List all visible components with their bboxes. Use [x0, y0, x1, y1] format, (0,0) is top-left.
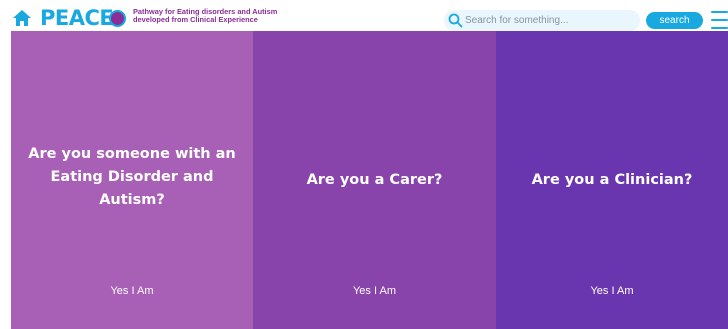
yes-i-am-link[interactable]: Yes I Am	[253, 285, 496, 297]
left-frame	[0, 0, 11, 329]
search-input[interactable]	[465, 11, 635, 29]
search-button[interactable]: search	[646, 12, 703, 29]
panel-carer[interactable]: Are you a Carer? Yes I Am	[253, 31, 496, 329]
yes-i-am-link[interactable]: Yes I Am	[11, 285, 253, 297]
search-box	[444, 10, 640, 31]
tagline: Pathway for Eating disorders and Autism …	[133, 7, 293, 25]
site-header: PEACE Pathway for Eating disorders and A…	[0, 4, 728, 31]
menu-icon-bar	[711, 19, 728, 21]
panel-question: Are you someone with an Eating Disorder …	[28, 145, 236, 208]
menu-icon-bar	[711, 11, 728, 13]
panel-clinician[interactable]: Are you a Clinician? Yes I Am	[496, 31, 728, 329]
panel-person-with-ed-autism[interactable]: Are you someone with an Eating Disorder …	[11, 31, 253, 329]
home-icon[interactable]	[12, 9, 32, 27]
logo-dot-icon	[109, 10, 126, 27]
search-icon	[448, 13, 463, 28]
menu-icon[interactable]	[711, 11, 728, 30]
yes-i-am-link[interactable]: Yes I Am	[496, 285, 728, 297]
tagline-line-2: developed from Clinical Experience	[133, 15, 258, 25]
menu-icon-bar	[711, 27, 728, 29]
audience-panels: Are you someone with an Eating Disorder …	[11, 31, 728, 329]
